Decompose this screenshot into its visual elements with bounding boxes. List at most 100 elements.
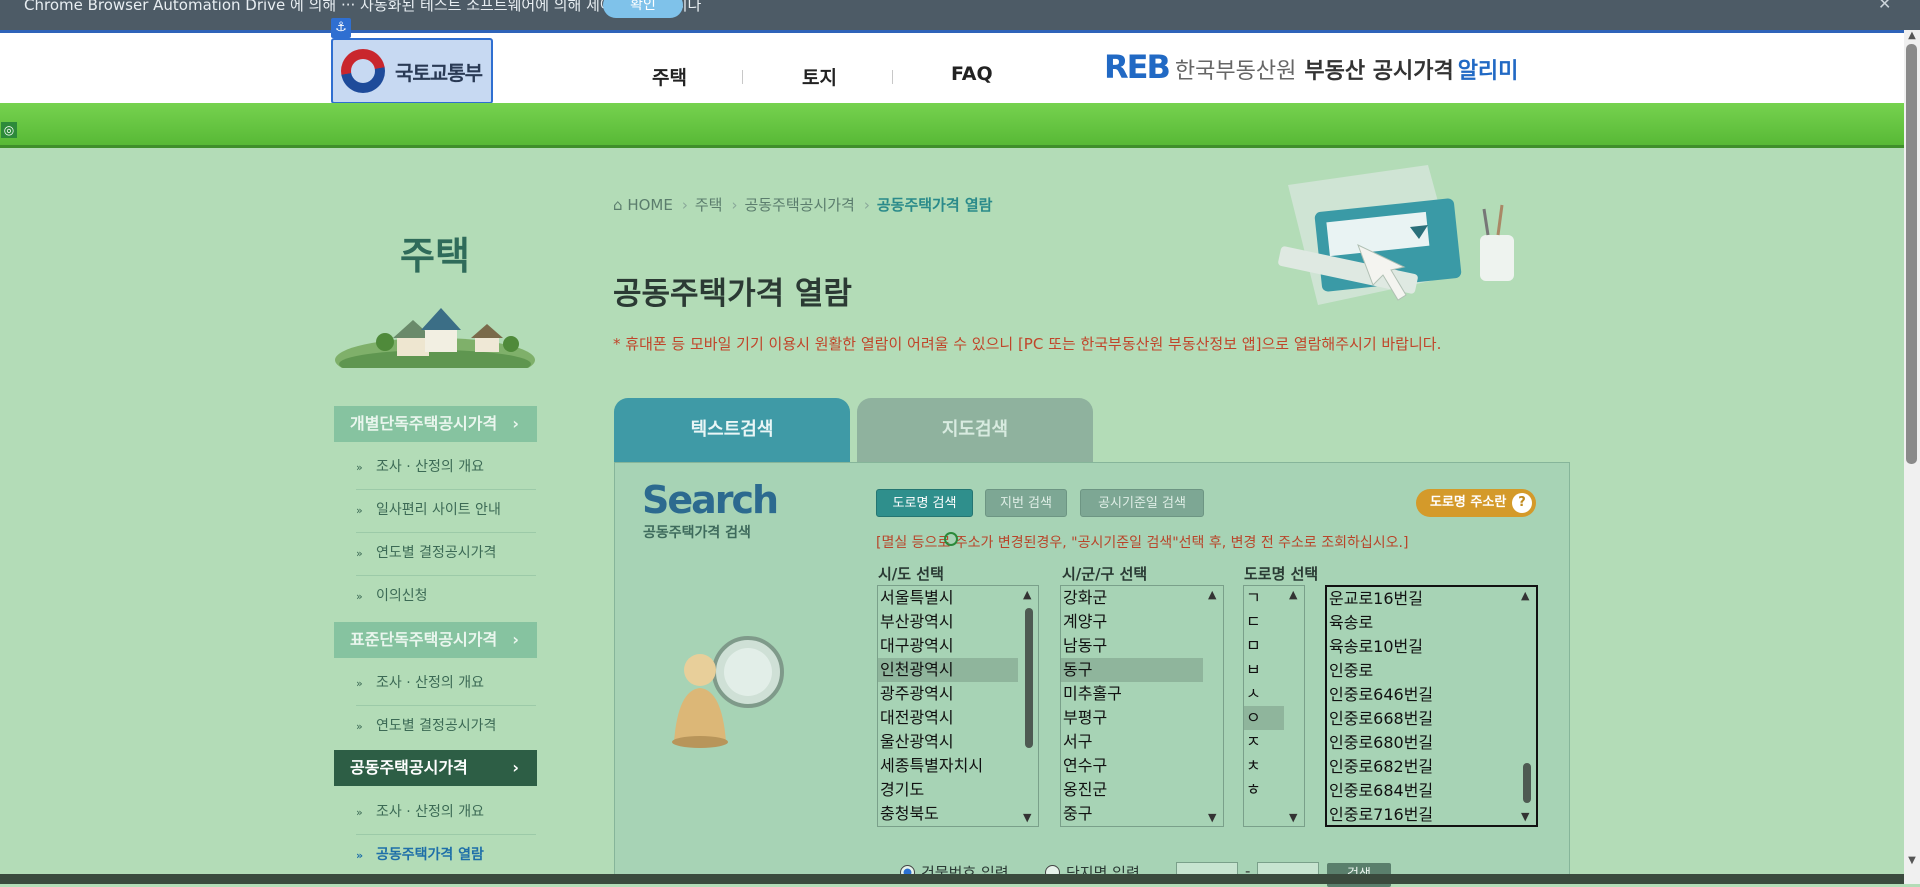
sido-listbox[interactable]: 서울특별시 부산광역시 대구광역시 인천광역시 광주광역시 대전광역시 울산광역시 세종특별자… bbox=[877, 585, 1039, 827]
scrollbar-thumb[interactable] bbox=[1025, 608, 1033, 748]
initial-consonant-listbox[interactable]: ㄱㄷㅁㅂㅅㅇㅈㅊㅎ ▲ ▼ bbox=[1243, 585, 1305, 827]
list-option[interactable]: 인중로716번길 bbox=[1327, 803, 1536, 825]
scroll-up-icon[interactable]: ▲ bbox=[1905, 30, 1919, 41]
list-option[interactable]: 서구 bbox=[1061, 730, 1223, 754]
list-option[interactable]: 세종특별자치시 bbox=[878, 754, 1038, 778]
sidebar-item-survey-overview[interactable]: » 조사 · 산정의 개요 bbox=[356, 446, 536, 490]
sidebar-item-objection[interactable]: » 이의신청 bbox=[356, 575, 536, 618]
anchor-icon: ⚓ bbox=[331, 18, 351, 38]
list-option[interactable]: 인중로684번길 bbox=[1327, 779, 1536, 803]
scroll-up-icon[interactable]: ▲ bbox=[1023, 588, 1031, 601]
list-option[interactable]: 인중로680번길 bbox=[1327, 731, 1536, 755]
scroll-down-icon[interactable]: ▼ bbox=[1905, 855, 1919, 866]
sidebar-item-survey-overview[interactable]: » 조사 · 산정의 개요 bbox=[356, 791, 536, 835]
listbox-scrollbar[interactable]: ▲ ▼ bbox=[1205, 586, 1223, 826]
list-option[interactable]: 육송로10번길 bbox=[1327, 635, 1536, 659]
list-option[interactable]: 인천광역시 bbox=[878, 658, 1018, 682]
sidebar-item-yearly-price[interactable]: » 연도별 결정공시가격 bbox=[356, 532, 536, 576]
list-option[interactable]: 남동구 bbox=[1061, 634, 1223, 658]
banner-ok-button[interactable]: 확인 bbox=[603, 0, 683, 18]
list-option[interactable]: 연수구 bbox=[1061, 754, 1223, 778]
list-option[interactable]: 인중로 bbox=[1327, 659, 1536, 683]
list-option[interactable]: 충청북도 bbox=[878, 802, 1038, 826]
bullet-icon: » bbox=[356, 677, 363, 690]
breadcrumb-home[interactable]: HOME bbox=[627, 196, 673, 214]
sidebar-item-survey-overview[interactable]: » 조사 · 산정의 개요 bbox=[356, 662, 536, 706]
list-option[interactable]: 옹진군 bbox=[1061, 778, 1223, 802]
listbox-scrollbar[interactable]: ▲ ▼ bbox=[1020, 586, 1038, 826]
nav-land[interactable]: 토지 bbox=[802, 63, 837, 90]
list-option[interactable]: 동구 bbox=[1061, 658, 1203, 682]
reb-mark: REB bbox=[1104, 48, 1171, 86]
sidebar-item-yearly-price[interactable]: » 연도별 결정공시가격 bbox=[356, 705, 536, 748]
list-option[interactable]: 울산광역시 bbox=[878, 730, 1038, 754]
scrollbar-thumb[interactable] bbox=[1906, 44, 1917, 464]
pawn-illustration-icon bbox=[672, 636, 784, 748]
ministry-logo[interactable]: 국토교통부 bbox=[331, 38, 493, 104]
bullet-icon: » bbox=[356, 590, 363, 603]
lot-number-search-button[interactable]: 지번 검색 bbox=[985, 489, 1067, 517]
sidebar-group-individual-house[interactable]: 개별단독주택공시가격 › bbox=[334, 406, 537, 442]
list-option[interactable]: ㅇ bbox=[1244, 706, 1284, 730]
listbox-scrollbar[interactable]: ▲ ▼ bbox=[1518, 587, 1536, 825]
base-date-search-button[interactable]: 공시기준일 검색 bbox=[1080, 489, 1204, 517]
bullet-icon: » bbox=[356, 806, 363, 819]
scroll-down-icon[interactable]: ▼ bbox=[1521, 810, 1529, 823]
mobile-notice: * 휴대폰 등 모바일 기기 이용시 원활한 열람이 어려울 수 있으니 [PC… bbox=[613, 335, 1442, 353]
scroll-up-icon[interactable]: ▲ bbox=[1208, 588, 1216, 601]
search-logo: Search bbox=[642, 478, 779, 522]
reb-sub: 부동산 공시가격 bbox=[1304, 59, 1454, 84]
list-option[interactable]: 인중로682번길 bbox=[1327, 755, 1536, 779]
sidebar-item-label: 이의신청 bbox=[376, 588, 428, 604]
search-subtitle: 공동주택가격 검색 bbox=[643, 525, 751, 541]
home-icon: ⌂ bbox=[613, 196, 623, 214]
reb-name: 한국부동산원 bbox=[1174, 59, 1297, 84]
list-option[interactable]: 대전광역시 bbox=[878, 706, 1038, 730]
sidebar-item-apartment-price-view[interactable]: » 공동주택가격 열람 bbox=[356, 834, 536, 877]
tab-text-search[interactable]: 텍스트검색 bbox=[614, 398, 850, 462]
list-option[interactable]: 강화군 bbox=[1061, 586, 1223, 610]
list-option[interactable]: 대구광역시 bbox=[878, 634, 1038, 658]
road-address-help-button[interactable]: 도로명 주소란? bbox=[1416, 489, 1536, 517]
listbox-scrollbar[interactable]: ▲ ▼ bbox=[1286, 586, 1304, 826]
close-icon[interactable]: ✕ bbox=[1878, 0, 1891, 13]
sigungu-listbox[interactable]: 강화군 계양구 남동구 동구 미추홀구 부평구 서구 연수구 옹진군 중구 ▲ ▼ bbox=[1060, 585, 1224, 827]
list-option[interactable]: 중구 bbox=[1061, 802, 1223, 826]
road-name-listbox[interactable]: 운교로16번길 육송로 육송로10번길 인중로 인중로646번길 인중로668번길 인중로6… bbox=[1325, 585, 1538, 827]
tab-map-search[interactable]: 지도검색 bbox=[857, 398, 1093, 462]
sidebar-item-ilsa-site[interactable]: » 일사편리 사이트 안내 bbox=[356, 489, 536, 533]
list-option[interactable]: 인중로668번길 bbox=[1327, 707, 1536, 731]
target-icon: ◎ bbox=[1, 122, 17, 138]
nav-divider bbox=[742, 70, 743, 84]
road-name-search-button[interactable]: 도로명 검색 bbox=[876, 489, 973, 517]
sidebar-group-standard-house[interactable]: 표준단독주택공시가격 › bbox=[334, 622, 537, 658]
nav-housing[interactable]: 주택 bbox=[652, 63, 687, 90]
list-option[interactable]: 부산광역시 bbox=[878, 610, 1038, 634]
breadcrumb-housing[interactable]: 주택 bbox=[695, 196, 723, 214]
scrollbar-thumb[interactable] bbox=[1523, 763, 1531, 803]
sidebar-group-apartment[interactable]: 공동주택공시가격 › bbox=[334, 750, 537, 786]
list-option[interactable]: 육송로 bbox=[1327, 611, 1536, 635]
scroll-down-icon[interactable]: ▼ bbox=[1208, 811, 1216, 824]
breadcrumb-current: 공동주택가격 열람 bbox=[876, 196, 993, 214]
list-option[interactable]: 부평구 bbox=[1061, 706, 1223, 730]
list-option[interactable]: 계양구 bbox=[1061, 610, 1223, 634]
road-label: 도로명 선택 bbox=[1244, 565, 1319, 583]
nav-faq[interactable]: FAQ bbox=[951, 63, 993, 85]
list-option[interactable]: 인중로646번길 bbox=[1327, 683, 1536, 707]
scroll-up-icon[interactable]: ▲ bbox=[1521, 589, 1529, 602]
scroll-up-icon[interactable]: ▲ bbox=[1289, 588, 1297, 601]
list-option[interactable]: 광주광역시 bbox=[878, 682, 1038, 706]
road-help-label: 도로명 주소란 bbox=[1430, 495, 1507, 510]
list-option[interactable]: 경기도 bbox=[878, 778, 1038, 802]
breadcrumb-apartment[interactable]: 공동주택공시가격 bbox=[744, 196, 854, 214]
list-option[interactable]: 서울특별시 bbox=[878, 586, 1038, 610]
scroll-down-icon[interactable]: ▼ bbox=[1023, 811, 1031, 824]
automation-banner: Chrome Browser Automation Drive 에 의해 ···… bbox=[0, 0, 1920, 33]
question-icon: ? bbox=[1512, 493, 1532, 513]
reb-logo[interactable]: REB 한국부동산원 부동산 공시가격 알리미 bbox=[1104, 48, 1518, 86]
list-option[interactable]: 운교로16번길 bbox=[1327, 587, 1536, 611]
taeguk-icon bbox=[341, 49, 385, 93]
list-option[interactable]: 미추홀구 bbox=[1061, 682, 1223, 706]
scroll-down-icon[interactable]: ▼ bbox=[1289, 811, 1297, 824]
